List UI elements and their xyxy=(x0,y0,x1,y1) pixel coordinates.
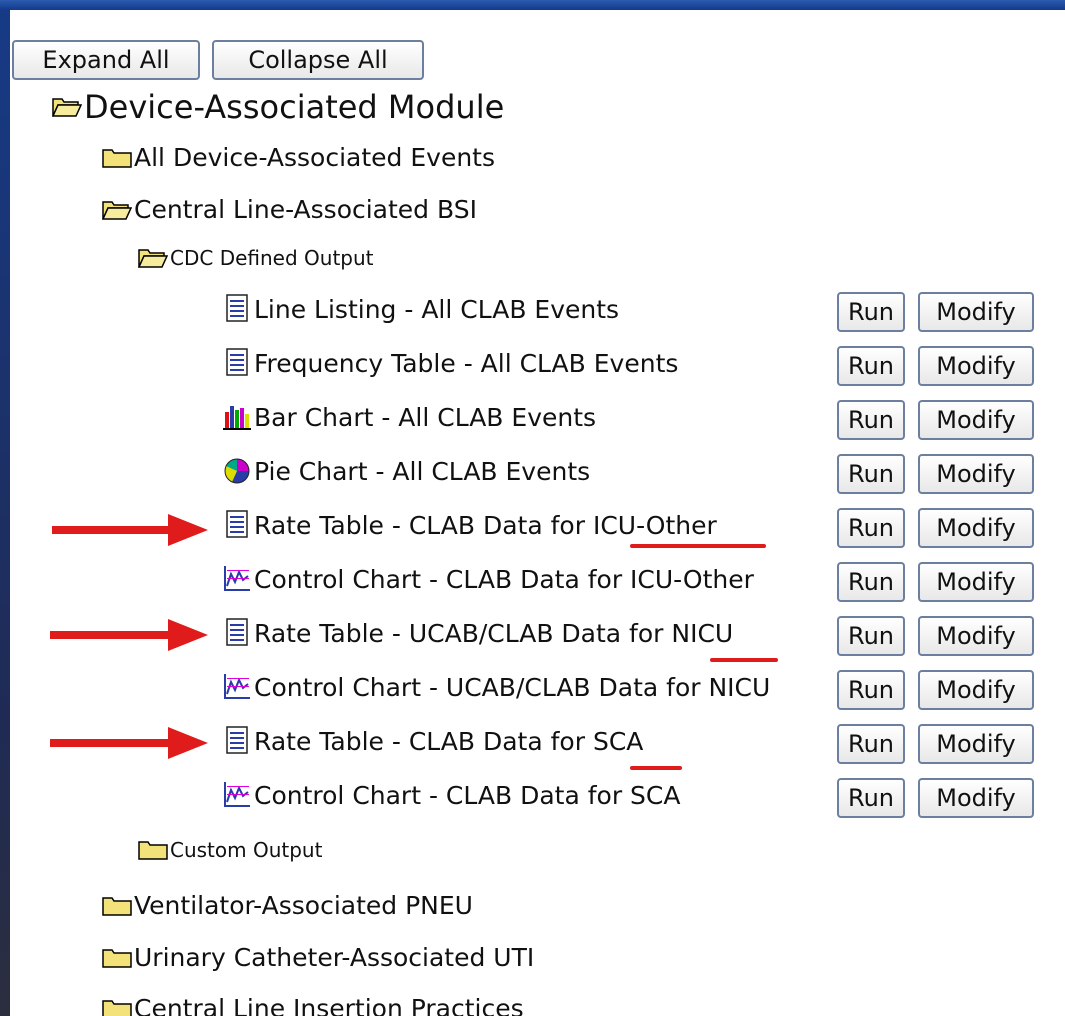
report-label: Control Chart - CLAB Data for SCA xyxy=(254,780,681,810)
document-icon xyxy=(222,510,252,540)
modify-button[interactable]: Modify xyxy=(918,616,1034,656)
window-left-edge xyxy=(0,10,10,1016)
tree-node-clip[interactable]: Central Line Insertion Practices xyxy=(102,994,524,1016)
open-folder-icon xyxy=(138,248,168,268)
open-folder-icon xyxy=(102,200,132,220)
report-tree-panel: Expand All Collapse All Device-Associate… xyxy=(10,10,1065,1016)
document-icon xyxy=(222,294,252,324)
report-label: Pie Chart - All CLAB Events xyxy=(254,456,591,486)
tree-node-vap[interactable]: Ventilator-Associated PNEU xyxy=(102,891,473,920)
report-label: Frequency Table - All CLAB Events xyxy=(254,348,679,378)
run-button[interactable]: Run xyxy=(837,616,905,656)
report-label: Rate Table - CLAB Data for SCA xyxy=(254,726,644,756)
annotation-arrow-icon xyxy=(52,514,208,546)
run-button[interactable]: Run xyxy=(837,778,905,818)
report-item[interactable]: Control Chart - CLAB Data for SCA xyxy=(222,780,680,810)
modify-button[interactable]: Modify xyxy=(918,508,1034,548)
report-item[interactable]: Control Chart - CLAB Data for ICU-Other xyxy=(222,564,754,594)
control-chart-icon xyxy=(222,672,252,702)
run-button[interactable]: Run xyxy=(837,454,905,494)
tree-node-all-events[interactable]: All Device-Associated Events xyxy=(102,143,495,172)
run-button[interactable]: Run xyxy=(837,346,905,386)
report-item[interactable]: Pie Chart - All CLAB Events xyxy=(222,456,590,486)
run-button[interactable]: Run xyxy=(837,508,905,548)
modify-button[interactable]: Modify xyxy=(918,778,1034,818)
report-label: Bar Chart - All CLAB Events xyxy=(254,402,597,432)
report-label: Line Listing - All CLAB Events xyxy=(254,294,620,324)
report-item[interactable]: Rate Table - UCAB/CLAB Data for NICU xyxy=(222,618,733,648)
report-label: Rate Table - CLAB Data for ICU-Other xyxy=(254,510,717,540)
report-item[interactable]: Rate Table - CLAB Data for SCA xyxy=(222,726,643,756)
document-icon xyxy=(222,348,252,378)
control-chart-icon xyxy=(222,564,252,594)
report-label: Control Chart - CLAB Data for ICU-Other xyxy=(254,564,754,594)
tree-node-label: Ventilator-Associated PNEU xyxy=(134,891,473,920)
modify-button[interactable]: Modify xyxy=(918,670,1034,710)
annotation-arrow-icon xyxy=(50,619,208,651)
run-button[interactable]: Run xyxy=(837,400,905,440)
annotation-arrow-icon xyxy=(50,727,208,759)
closed-folder-icon xyxy=(102,148,132,168)
run-button[interactable]: Run xyxy=(837,670,905,710)
expand-all-button[interactable]: Expand All xyxy=(12,40,200,80)
tree-node-module[interactable]: Device-Associated Module xyxy=(52,88,504,126)
modify-button[interactable]: Modify xyxy=(918,292,1034,332)
annotation-underline xyxy=(710,658,778,662)
modify-button[interactable]: Modify xyxy=(918,724,1034,764)
modify-button[interactable]: Modify xyxy=(918,562,1034,602)
open-folder-icon xyxy=(52,97,82,117)
bar-chart-icon xyxy=(222,402,252,432)
closed-folder-icon xyxy=(102,948,132,968)
document-icon xyxy=(222,618,252,648)
closed-folder-icon xyxy=(102,999,132,1016)
annotation-underline xyxy=(630,766,682,770)
closed-folder-icon xyxy=(138,840,168,860)
tree-node-label: CDC Defined Output xyxy=(170,246,374,270)
tree-node-label: Custom Output xyxy=(170,838,323,862)
run-button[interactable]: Run xyxy=(837,562,905,602)
annotation-underline xyxy=(630,544,766,548)
modify-button[interactable]: Modify xyxy=(918,400,1034,440)
report-item[interactable]: Line Listing - All CLAB Events xyxy=(222,294,619,324)
collapse-all-button[interactable]: Collapse All xyxy=(212,40,424,80)
report-item[interactable]: Control Chart - UCAB/CLAB Data for NICU xyxy=(222,672,770,702)
control-chart-icon xyxy=(222,780,252,810)
tree-node-label: Central Line Insertion Practices xyxy=(134,994,524,1016)
tree-node-custom-output[interactable]: Custom Output xyxy=(138,838,322,862)
document-icon xyxy=(222,726,252,756)
pie-chart-icon xyxy=(222,456,252,486)
tree-node-label: All Device-Associated Events xyxy=(134,143,496,172)
tree-node-label: Device-Associated Module xyxy=(84,88,505,126)
window-top-bar xyxy=(0,0,1065,10)
run-button[interactable]: Run xyxy=(837,292,905,332)
tree-node-label: Urinary Catheter-Associated UTI xyxy=(134,943,535,972)
tree-node-label: Central Line-Associated BSI xyxy=(134,195,477,224)
report-item[interactable]: Rate Table - CLAB Data for ICU-Other xyxy=(222,510,717,540)
tree-node-clabsi[interactable]: Central Line-Associated BSI xyxy=(102,195,477,224)
closed-folder-icon xyxy=(102,896,132,916)
report-item[interactable]: Bar Chart - All CLAB Events xyxy=(222,402,596,432)
report-item[interactable]: Frequency Table - All CLAB Events xyxy=(222,348,678,378)
report-label: Control Chart - UCAB/CLAB Data for NICU xyxy=(254,672,771,702)
run-button[interactable]: Run xyxy=(837,724,905,764)
tree-node-cdc-output[interactable]: CDC Defined Output xyxy=(138,246,374,270)
report-label: Rate Table - UCAB/CLAB Data for NICU xyxy=(254,618,734,648)
tree-node-uti[interactable]: Urinary Catheter-Associated UTI xyxy=(102,943,534,972)
modify-button[interactable]: Modify xyxy=(918,454,1034,494)
modify-button[interactable]: Modify xyxy=(918,346,1034,386)
